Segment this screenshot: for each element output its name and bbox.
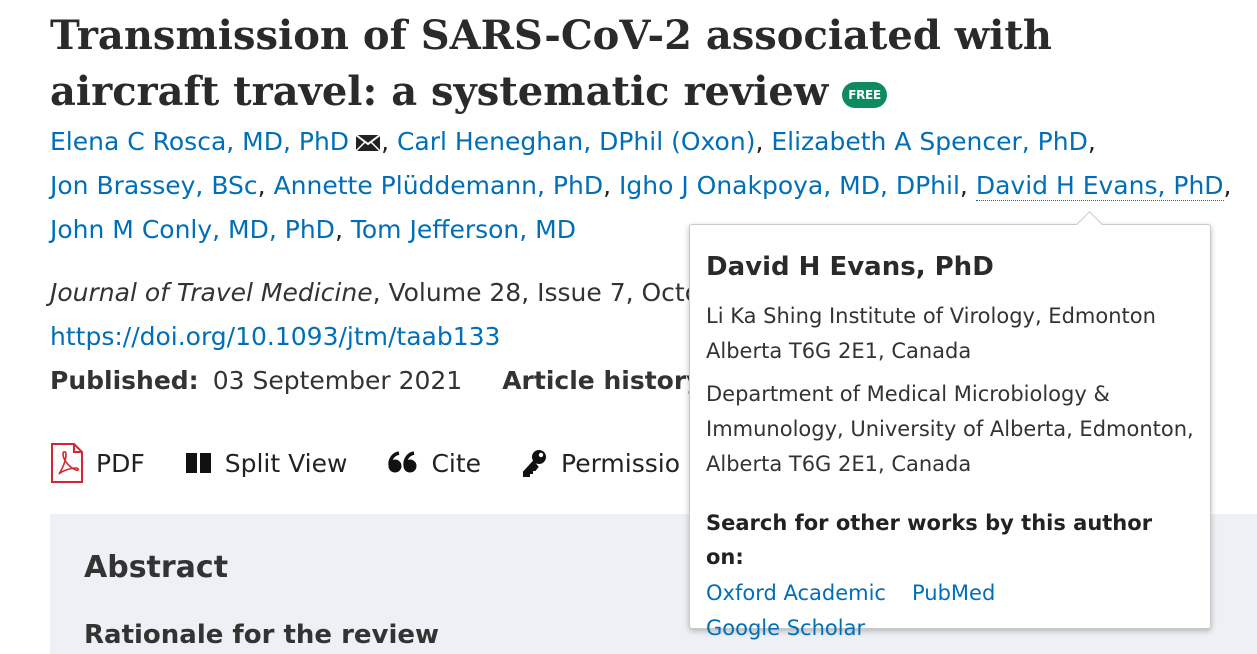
article-toolbar: PDF Split View Cite Permissio <box>50 440 720 486</box>
author-link-onakpoya[interactable]: Igho J Onakpoya, MD, DPhil <box>619 171 960 200</box>
google-scholar-link[interactable]: Google Scholar <box>706 616 865 640</box>
envelope-icon[interactable] <box>355 134 381 152</box>
author-separator: , <box>1087 127 1096 156</box>
author-link-rosca[interactable]: Elena C Rosca, MD, PhD <box>50 127 349 156</box>
split-view-button[interactable]: Split View <box>185 448 348 478</box>
author-link-pluddemann[interactable]: Annette Plüddemann, PhD <box>274 171 604 200</box>
author-link-evans[interactable]: David H Evans, PhD <box>975 171 1224 201</box>
popover-links: Oxford Academic PubMed Google Scholar <box>706 576 1194 646</box>
author-separator: , <box>334 215 351 244</box>
article-title: Transmission of SARS-CoV-2 associated wi… <box>50 12 1052 115</box>
free-badge: FREE <box>842 82 887 108</box>
key-icon <box>523 450 547 477</box>
citation-details: , Volume 28, Issue 7, Octob <box>372 278 716 307</box>
popover-search-label: Search for other works by this author on… <box>706 511 1153 569</box>
popover-affiliation: Department of Medical Microbiology & Imm… <box>706 382 1194 476</box>
author-popover: David H Evans, PhD Li Ka Shing Institute… <box>689 211 1211 640</box>
popover-author-name: David H Evans, PhD <box>706 252 994 282</box>
cite-button[interactable]: Cite <box>387 449 481 478</box>
published-label: Published: <box>50 366 199 395</box>
pdf-label: PDF <box>96 448 145 478</box>
author-link-jefferson[interactable]: Tom Jefferson, MD <box>351 215 576 244</box>
split-view-label: Split View <box>224 448 348 478</box>
author-separator: , <box>257 171 274 200</box>
author-link-conly[interactable]: John M Conly, MD, PhD <box>50 215 335 244</box>
rationale-heading: Rationale for the review <box>84 620 440 650</box>
author-separator: , <box>755 127 772 156</box>
journal-name: Journal of Travel Medicine <box>50 278 373 307</box>
author-separator: , <box>1223 171 1232 200</box>
author-link-spencer[interactable]: Elizabeth A Spencer, PhD <box>771 127 1087 156</box>
article-history-toggle[interactable]: Article history▼ <box>502 366 721 395</box>
permissions-button[interactable]: Permissio <box>521 448 680 478</box>
split-view-icon <box>185 453 211 473</box>
pdf-icon <box>51 443 83 483</box>
abstract-heading: Abstract <box>84 550 229 585</box>
author-separator: , <box>381 127 397 156</box>
published-date: 03 September 2021 <box>212 366 463 395</box>
author-separator: , <box>603 171 619 200</box>
doi-link[interactable]: https://doi.org/10.1093/jtm/taab133 <box>50 322 500 351</box>
permissions-label: Permissio <box>561 448 681 478</box>
oxford-academic-link[interactable]: Oxford Academic <box>706 581 886 605</box>
citation-line: Journal of Travel Medicine, Volume 28, I… <box>50 271 716 315</box>
quote-icon <box>388 451 417 473</box>
published-row: Published: 03 September 2021 Article histo… <box>50 359 721 403</box>
pdf-button[interactable]: PDF <box>50 442 145 484</box>
author-link-brassey[interactable]: Jon Brassey, BSc <box>50 171 258 200</box>
doi-row: https://doi.org/10.1093/jtm/taab133 <box>50 315 500 359</box>
popover-affiliation: Li Ka Shing Institute of Virology, Edmon… <box>706 304 1156 363</box>
author-link-heneghan[interactable]: Carl Heneghan, DPhil (Oxon) <box>397 127 755 156</box>
article-history-label: Article history <box>502 366 703 395</box>
pubmed-link[interactable]: PubMed <box>912 581 995 605</box>
author-separator: , <box>959 171 976 200</box>
cite-label: Cite <box>431 448 482 478</box>
